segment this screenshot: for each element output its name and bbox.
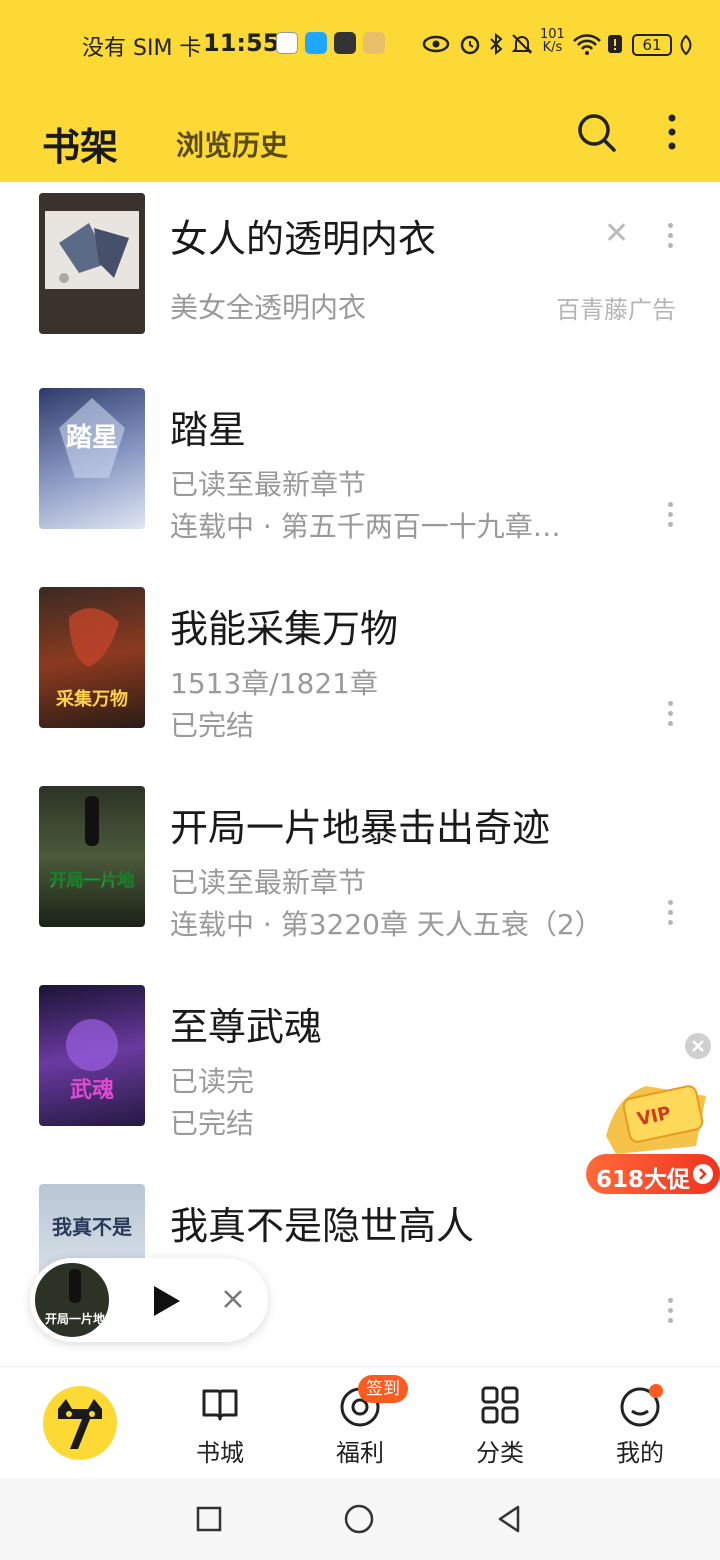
- book-title: 至尊武魂: [170, 1005, 323, 1049]
- cover-title: 踏星: [66, 423, 118, 453]
- back-icon[interactable]: [496, 1504, 522, 1534]
- status-bar: 没有 SIM 卡 11:55 101 K/s 61: [0, 26, 720, 66]
- cover-art: 武魂: [66, 1019, 118, 1103]
- book-cover: 采集万物: [39, 587, 145, 728]
- nav-category-label: 分类: [476, 1439, 524, 1467]
- book-title: 开局一片地暴击出奇迹: [170, 806, 551, 850]
- ad-subtitle: 美女全透明内衣: [170, 291, 367, 324]
- net-speed-unit: K/s: [542, 40, 563, 55]
- cover-title: 开局一片地: [50, 870, 135, 891]
- recent-apps-icon[interactable]: [196, 1506, 222, 1532]
- app-header: 没有 SIM 卡 11:55 101 K/s 61 书架 浏览历史: [0, 0, 720, 182]
- clock: 11:55: [203, 29, 280, 57]
- nav-bookstore[interactable]: 书城: [160, 1367, 280, 1479]
- more-vertical-icon[interactable]: [664, 112, 680, 152]
- alarm-icon: [460, 35, 480, 55]
- ad-close-icon[interactable]: ✕: [604, 216, 629, 251]
- cat-logo-icon: [43, 1386, 117, 1460]
- book-status: 连载中 · 第五千两百一十九章…: [170, 510, 561, 543]
- grid-icon: [481, 1386, 519, 1424]
- nav-welfare-label: 福利: [336, 1439, 384, 1467]
- tab-browse-history[interactable]: 浏览历史: [176, 124, 288, 164]
- ad-image: [39, 193, 145, 334]
- nav-mine[interactable]: 我的: [580, 1367, 700, 1479]
- nav-mine-label: 我的: [616, 1439, 664, 1467]
- smile-icon: [620, 1384, 663, 1427]
- mini-player-cover-art: 开局一片地: [45, 1269, 105, 1326]
- bottom-nav: 书城 签到 福利 分类 我的: [0, 1366, 720, 1478]
- book-title: 我真不是隐世高人: [170, 1204, 475, 1248]
- mini-player-cover[interactable]: 开局一片地: [32, 1260, 112, 1340]
- ad-row[interactable]: 女人的透明内衣 美女全透明内衣: [0, 182, 720, 381]
- cover-title: 采集万物: [55, 688, 128, 710]
- mini-player[interactable]: 开局一片地: [30, 1258, 268, 1342]
- home-icon[interactable]: [344, 1504, 374, 1534]
- ad-image-art: [39, 193, 145, 334]
- ad-source: 百青藤广告: [556, 296, 676, 324]
- book-more-icon[interactable]: [660, 698, 680, 728]
- checkin-badge: 签到: [358, 1375, 408, 1403]
- book-cover: 开局一片地: [39, 786, 145, 927]
- book-more-icon[interactable]: [660, 1295, 680, 1325]
- ad-title: 女人的透明内衣: [170, 217, 437, 261]
- ad-more-icon[interactable]: [660, 220, 680, 250]
- video-app-icon: [334, 32, 356, 54]
- book-progress: 已读至最新章节: [170, 468, 367, 501]
- book-row[interactable]: 开局一片地 开局一片地暴击出奇迹 已读至最新章节 连载中 · 第3220章 天人…: [0, 779, 720, 978]
- play-icon[interactable]: [150, 1284, 182, 1318]
- nav-bookstore-label: 书城: [196, 1439, 244, 1467]
- nav-home[interactable]: [20, 1367, 140, 1479]
- wifi-icon: [573, 34, 601, 55]
- vip-ticket-icon: VIP: [606, 1085, 706, 1154]
- eye-icon: [422, 35, 450, 53]
- cover-title: 我真不是: [52, 1215, 132, 1239]
- search-app-icon: [305, 32, 327, 54]
- promo-badge[interactable]: VIP 618大促: [586, 1030, 720, 1200]
- search-icon[interactable]: [574, 110, 618, 154]
- book-more-icon[interactable]: [660, 897, 680, 927]
- promo-close-icon[interactable]: [684, 1032, 712, 1060]
- book-progress: 已读完: [170, 1065, 255, 1098]
- promo-label: 618大促: [596, 1167, 691, 1193]
- battery-saver-icon: [608, 35, 622, 53]
- book-row[interactable]: 采集万物 我能采集万物 1513章/1821章 已完结: [0, 580, 720, 779]
- system-nav-bar: [0, 1478, 720, 1560]
- book-open-icon: [202, 1389, 238, 1421]
- book-title: 踏星: [170, 408, 247, 452]
- music-app-icon: [276, 32, 298, 54]
- promo-pill[interactable]: 618大促: [586, 1154, 720, 1194]
- battery-level: 61: [632, 34, 672, 56]
- close-icon[interactable]: [222, 1288, 244, 1310]
- book-cover: 踏星: [39, 388, 145, 529]
- book-title: 我能采集万物: [170, 607, 399, 651]
- cover-title: 武魂: [70, 1077, 114, 1103]
- book-progress: 已读至最新章节: [170, 866, 367, 899]
- book-cover: 武魂: [39, 985, 145, 1126]
- book-progress: 1513章/1821章: [170, 667, 378, 700]
- book-row[interactable]: 踏星 踏星 已读至最新章节 连载中 · 第五千两百一十九章…: [0, 381, 720, 580]
- mute-icon: [511, 34, 533, 54]
- nav-category[interactable]: 分类: [440, 1367, 560, 1479]
- book-status: 已完结: [170, 1107, 255, 1140]
- book-status: 连载中 · 第3220章 天人五衰（2）: [170, 908, 603, 941]
- nav-welfare[interactable]: 签到 福利: [300, 1367, 420, 1479]
- leaf-icon: [680, 34, 692, 56]
- cover-art: 踏星: [59, 398, 125, 478]
- download-app-icon: [363, 32, 385, 54]
- mini-player-cover-title: 开局一片地: [45, 1311, 105, 1326]
- cover-art: 采集万物: [55, 608, 128, 710]
- book-status: 已完结: [170, 709, 255, 742]
- book-more-icon[interactable]: [660, 499, 680, 529]
- bluetooth-icon: [490, 32, 503, 56]
- chevron-right-icon: [693, 1164, 713, 1184]
- carrier-text: 没有 SIM 卡: [82, 36, 202, 61]
- cover-art: 开局一片地: [49, 796, 135, 891]
- tab-bookshelf[interactable]: 书架: [42, 116, 118, 171]
